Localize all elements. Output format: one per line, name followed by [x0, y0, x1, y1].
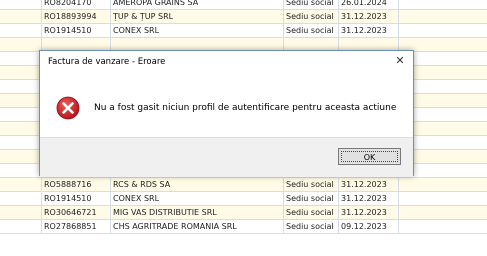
dialog-footer: OK [40, 137, 413, 177]
cell-fiscal-code: RO27868851 [41, 220, 110, 234]
cell-company: RCS & RDS SA [110, 178, 283, 192]
cell-empty [398, 24, 487, 38]
table-row[interactable]: RO18893994 ȚUP & ȚUP SRL Sediu social 31.12… [0, 10, 487, 24]
cell-office: Sediu social [283, 0, 338, 10]
cell-date: 31.12.2023 [338, 178, 398, 192]
cell-fiscal-code: RO1914510 [41, 24, 110, 38]
cell-date: 26.01.2024 [338, 0, 398, 10]
cell-office: Sediu social [283, 192, 338, 206]
cell-empty [398, 0, 487, 10]
cell-date: 31.12.2023 [338, 24, 398, 38]
cell-fiscal-code: RO18893994 [41, 10, 110, 24]
dialog-title: Factura de vanzare - Eroare [48, 57, 166, 67]
cell-date: 09.12.2023 [338, 220, 398, 234]
cell-office: Sediu social [283, 178, 338, 192]
cell-company: CHS AGRITRADE ROMANIA SRL [110, 220, 283, 234]
error-dialog: Factura de vanzare - Eroare ✕ Nu a fost … [39, 50, 414, 177]
cell-empty [398, 192, 487, 206]
cell-company: CONEX SRL [110, 24, 283, 38]
table-row[interactable]: RO5888716 RCS & RDS SA Sediu social 31.12.2… [0, 178, 487, 192]
dialog-body: Nu a fost gasit niciun profil de autenti… [40, 73, 413, 137]
cell-date: 31.12.2023 [338, 192, 398, 206]
cell-empty [398, 220, 487, 234]
cell-fiscal-code: RO5888716 [41, 178, 110, 192]
cell-date: 31.12.2023 [338, 10, 398, 24]
cell-office: Sediu social [283, 220, 338, 234]
ok-button[interactable]: OK [338, 148, 401, 165]
table-row[interactable]: RO1914510CONEX SRLSediu social31.12.2023 [0, 24, 487, 38]
cell-empty [398, 178, 487, 192]
cell-office: Sediu social [283, 10, 338, 24]
cell-date: 31.12.2023 [338, 206, 398, 220]
error-message: Nu a fost gasit niciun profil de autenti… [94, 103, 397, 113]
cell-company: ȚUP & ȚUP SRL [110, 10, 283, 24]
cell-fiscal-code: RO8204170 [41, 0, 110, 10]
cell-company: MIG VAS DISTRIBUTIE SRL [110, 206, 283, 220]
table-row[interactable]: RO1914510CONEX SRLSediu social31.12.2023 [0, 192, 487, 206]
table-row[interactable]: RO27868851 CHS AGRITRADE ROMANIA SRL Sediu… [0, 220, 487, 234]
table-row[interactable]: RO8204170 AMEROPA GRAINS SA Sediu social 26… [0, 0, 487, 10]
cell-empty [398, 10, 487, 24]
cell-fiscal-code: RO30646721 [41, 206, 110, 220]
cell-office: Sediu social [283, 206, 338, 220]
cell-company: AMEROPA GRAINS SA [110, 0, 283, 10]
table-row[interactable]: RO30646721 MIG VAS DISTRIBUTIE SRL Sediu s… [0, 206, 487, 220]
cell-company: CONEX SRL [110, 192, 283, 206]
cell-office: Sediu social [283, 24, 338, 38]
cell-fiscal-code: RO1914510 [41, 192, 110, 206]
close-icon[interactable]: ✕ [393, 54, 407, 68]
error-icon [56, 96, 80, 120]
cell-empty [398, 206, 487, 220]
